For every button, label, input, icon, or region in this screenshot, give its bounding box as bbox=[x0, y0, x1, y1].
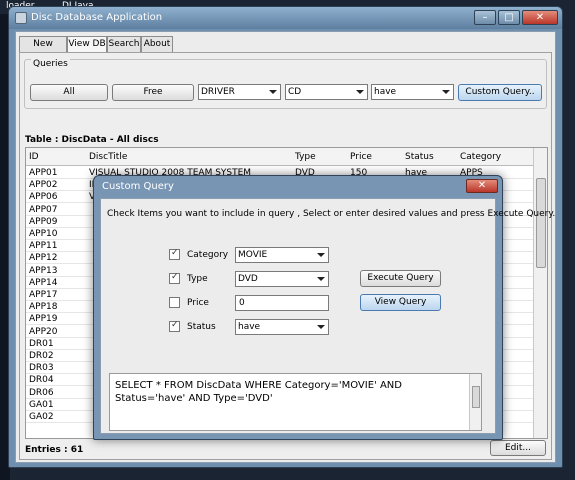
table-cell: GA02 bbox=[29, 412, 54, 422]
type-combo[interactable]: DRIVER bbox=[198, 84, 281, 100]
category-label: Category bbox=[187, 250, 229, 260]
chevron-down-icon bbox=[317, 325, 325, 329]
status-combo-value: have bbox=[374, 87, 397, 97]
table-cell: APP09 bbox=[29, 216, 58, 227]
entries-count: Entries : 61 bbox=[25, 445, 84, 455]
dialog-body: Check Items you want to include in query… bbox=[100, 198, 555, 434]
table-header: ID DiscTitle Type Price Status Category bbox=[26, 148, 534, 166]
media-combo-value: CD bbox=[288, 87, 302, 97]
chevron-down-icon bbox=[442, 90, 450, 94]
col-header-id[interactable]: ID bbox=[29, 152, 39, 162]
minimize-button[interactable]: – bbox=[474, 10, 496, 25]
table-cell: DR03 bbox=[29, 363, 54, 374]
table-cell: DR06 bbox=[29, 387, 54, 398]
col-header-status[interactable]: Status bbox=[405, 152, 434, 162]
query-scroll-thumb[interactable] bbox=[472, 386, 480, 408]
edit-button[interactable]: Edit... bbox=[490, 440, 546, 456]
dialog-type-combo-value: DVD bbox=[238, 274, 258, 284]
table-cell: APP02 bbox=[29, 180, 58, 191]
title-bar[interactable]: Disc Database Application – □ ✕ bbox=[9, 7, 562, 29]
tab-view-db[interactable]: View DB bbox=[67, 36, 107, 53]
table-cell: GA01 bbox=[29, 399, 54, 410]
price-label: Price bbox=[187, 298, 209, 308]
all-button[interactable]: All bbox=[30, 84, 108, 101]
dialog-status-combo-value: have bbox=[238, 322, 261, 332]
query-text: SELECT * FROM DiscData WHERE Category='M… bbox=[115, 380, 402, 404]
table-cell: DR04 bbox=[29, 375, 54, 386]
col-header-category[interactable]: Category bbox=[460, 152, 501, 162]
dialog-instructions: Check Items you want to include in query… bbox=[107, 209, 556, 219]
table-cell: APP17 bbox=[29, 290, 58, 300]
status-checkbox[interactable] bbox=[169, 320, 180, 332]
table-scrollbar[interactable] bbox=[533, 148, 547, 438]
col-header-price[interactable]: Price bbox=[350, 152, 372, 162]
dialog-status-combo[interactable]: have bbox=[235, 319, 329, 335]
chevron-down-icon bbox=[269, 90, 277, 94]
status-combo[interactable]: have bbox=[371, 84, 454, 100]
table-scroll-thumb[interactable] bbox=[536, 178, 546, 268]
table-cell: APP11 bbox=[29, 241, 58, 252]
category-combo[interactable]: MOVIE bbox=[235, 247, 329, 263]
tab-about[interactable]: About bbox=[141, 36, 173, 52]
category-combo-value: MOVIE bbox=[238, 250, 268, 260]
table-cell: APP12 bbox=[29, 253, 58, 264]
table-cell: APP01 bbox=[29, 168, 58, 178]
tab-search[interactable]: Search bbox=[107, 36, 141, 52]
table-cell: APP14 bbox=[29, 277, 58, 288]
app-icon bbox=[15, 12, 27, 24]
chevron-down-icon bbox=[356, 90, 364, 94]
price-field[interactable]: 0 bbox=[235, 295, 329, 311]
price-checkbox[interactable] bbox=[169, 297, 180, 308]
type-label: Type bbox=[187, 274, 208, 284]
type-combo-value: DRIVER bbox=[201, 87, 235, 97]
tab-new-entry[interactable]: New Entry bbox=[19, 36, 67, 64]
dialog-type-combo[interactable]: DVD bbox=[235, 271, 329, 287]
table-cell: DR01 bbox=[29, 338, 54, 349]
table-cell: APP13 bbox=[29, 265, 58, 276]
table-cell: APP20 bbox=[29, 326, 58, 337]
chevron-down-icon bbox=[317, 253, 325, 257]
table-cell: APP07 bbox=[29, 204, 58, 215]
table-cell: APP18 bbox=[29, 302, 58, 313]
close-button[interactable]: ✕ bbox=[522, 10, 558, 25]
table-cell: APP06 bbox=[29, 192, 58, 203]
col-header-disctitle[interactable]: DiscTitle bbox=[89, 152, 127, 162]
type-checkbox[interactable] bbox=[169, 272, 180, 284]
category-checkbox[interactable] bbox=[169, 248, 180, 260]
window-title: Disc Database Application bbox=[31, 12, 163, 23]
free-button[interactable]: Free bbox=[112, 84, 194, 101]
queries-group: Queries All Free DRIVER CD have Custom Q… bbox=[24, 59, 547, 109]
dialog-close-button[interactable]: ✕ bbox=[466, 179, 498, 193]
view-query-button[interactable]: View Query bbox=[360, 294, 441, 311]
custom-query-button[interactable]: Custom Query.. bbox=[458, 84, 542, 101]
table-title: Table : DiscData - All discs bbox=[25, 135, 159, 145]
table-cell: DR02 bbox=[29, 351, 54, 361]
dialog-title: Custom Query bbox=[102, 181, 174, 192]
query-scrollbar[interactable] bbox=[469, 374, 481, 430]
custom-query-dialog: Custom Query ✕ Check Items you want to i… bbox=[93, 175, 555, 440]
query-text-area[interactable]: SELECT * FROM DiscData WHERE Category='M… bbox=[109, 373, 482, 431]
execute-query-button[interactable]: Execute Query bbox=[360, 270, 441, 287]
table-cell: APP10 bbox=[29, 229, 58, 239]
queries-label: Queries bbox=[31, 59, 70, 69]
chevron-down-icon bbox=[317, 277, 325, 281]
status-label: Status bbox=[187, 322, 216, 332]
media-combo[interactable]: CD bbox=[285, 84, 368, 100]
col-header-type[interactable]: Type bbox=[295, 152, 316, 162]
maximize-button[interactable]: □ bbox=[498, 10, 520, 25]
table-cell: APP19 bbox=[29, 314, 58, 325]
